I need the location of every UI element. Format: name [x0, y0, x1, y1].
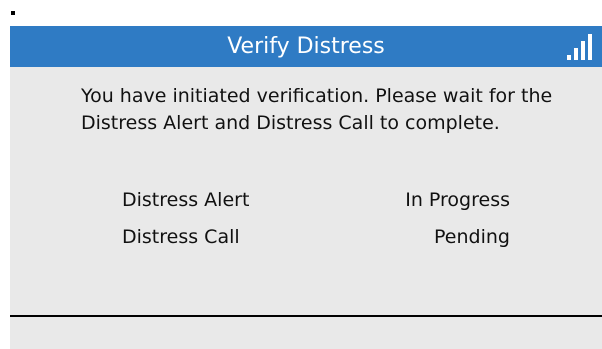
screen: Verify Distress You have initiated verif…: [0, 0, 602, 349]
status-value: In Progress: [405, 189, 510, 211]
verification-message: You have initiated verification. Please …: [81, 85, 553, 134]
status-row-distress-call: Distress Call Pending: [122, 223, 510, 251]
page-title: Verify Distress: [227, 34, 385, 59]
bottom-separator: [10, 315, 602, 317]
corner-marker: [11, 11, 15, 15]
signal-strength-icon: [567, 34, 592, 60]
status-value: Pending: [434, 226, 510, 248]
status-row-distress-alert: Distress Alert In Progress: [122, 186, 510, 214]
title-bar: Verify Distress: [10, 26, 602, 67]
status-label: Distress Alert: [122, 189, 250, 211]
verify-distress-panel: Verify Distress You have initiated verif…: [10, 26, 602, 349]
status-label: Distress Call: [122, 226, 240, 248]
